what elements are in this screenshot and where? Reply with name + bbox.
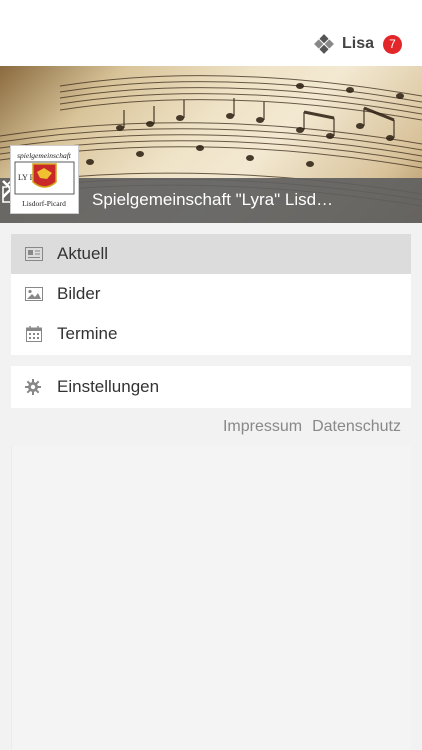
group-title: Spielgemeinschaft "Lyra" Lisdorf-Picard <box>92 190 342 209</box>
club-logo: spielgemeinschaft LY RA Lisdorf-Picard <box>10 145 79 214</box>
datenschutz-link[interactable]: Datenschutz <box>312 418 401 436</box>
impressum-link[interactable]: Impressum <box>223 418 302 436</box>
menu-item-termine[interactable]: Termine <box>11 314 411 354</box>
calendar-icon <box>26 326 42 342</box>
gear-icon <box>25 379 41 395</box>
menu-item-bilder[interactable]: Bilder <box>11 274 411 314</box>
menu-label-aktuell: Aktuell <box>57 244 109 263</box>
logo-bottom-text: Lisdorf-Picard <box>22 199 66 208</box>
footer-links: Impressum Datenschutz <box>223 418 401 436</box>
menu-item-einstellungen[interactable]: Einstellungen <box>11 366 411 408</box>
image-icon <box>25 287 43 301</box>
diamond-logo-icon <box>314 34 334 54</box>
navigation-menu: Aktuell Bilder Termine <box>11 234 411 355</box>
newspaper-icon <box>25 247 43 261</box>
menu-label-einstellungen: Einstellungen <box>57 377 160 396</box>
notification-badge[interactable]: 7 <box>383 34 402 54</box>
menu-item-aktuell[interactable]: Aktuell <box>11 234 411 274</box>
top-bar: Lisa 7 <box>0 0 422 66</box>
menu-label-termine: Termine <box>57 324 118 343</box>
content-area <box>11 446 411 750</box>
user-account[interactable]: Lisa 7 <box>314 34 402 54</box>
settings-item[interactable]: Einstellungen <box>11 366 411 408</box>
user-name[interactable]: Lisa <box>342 35 374 53</box>
logo-top-text: spielgemeinschaft <box>17 151 72 160</box>
menu-label-bilder: Bilder <box>57 284 101 303</box>
